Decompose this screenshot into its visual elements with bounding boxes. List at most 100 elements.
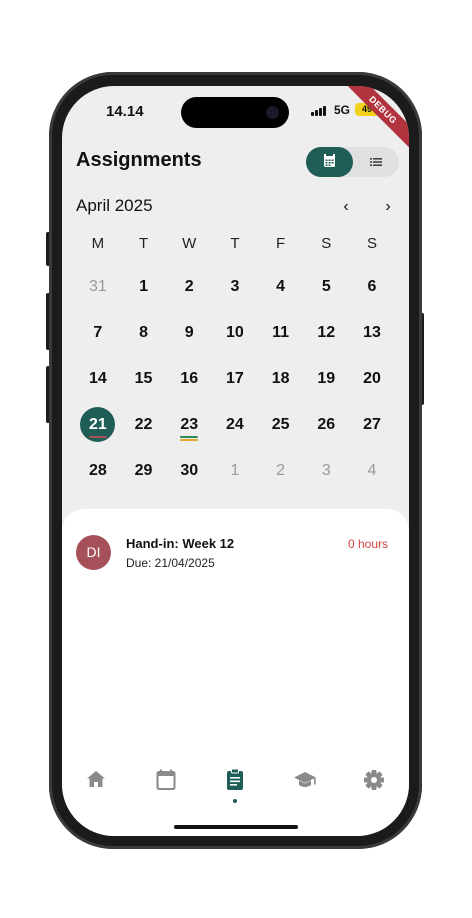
calendar-day-number: 12 <box>317 324 336 341</box>
page-title: Assignments <box>76 149 202 171</box>
calendar-day[interactable]: 23 <box>166 402 212 448</box>
calendar-day[interactable]: 25 <box>258 402 304 448</box>
camera-icon <box>266 106 279 119</box>
nav-calendar[interactable] <box>151 766 181 794</box>
calendar-day-number: 1 <box>230 462 240 479</box>
calendar-day-number: 16 <box>180 370 199 387</box>
calendar-day-number: 11 <box>272 324 290 341</box>
calendar-day[interactable]: 12 <box>303 310 349 356</box>
calendar-day[interactable]: 8 <box>121 310 167 356</box>
calendar-day[interactable]: 13 <box>349 310 395 356</box>
calendar-day[interactable]: 1 <box>121 264 167 310</box>
previous-month-button[interactable]: ‹ <box>334 196 358 220</box>
calendar-day[interactable]: 1 <box>212 448 258 494</box>
calendar-day[interactable]: 22 <box>121 402 167 448</box>
weekday-label: T <box>138 235 149 252</box>
calendar-day[interactable]: 26 <box>303 402 349 448</box>
weekday-label: W <box>182 235 197 252</box>
calendar-grid: 31 1 2 3 4 5 6 7 8 9 10 11 12 13 14 15 16 17 18 19 20 21 22 23 2… <box>75 264 395 494</box>
calendar-day[interactable]: 4 <box>258 264 304 310</box>
home-indicator[interactable] <box>174 825 298 829</box>
assignment-due-date: Due: 21/04/2025 <box>126 556 215 570</box>
network-label: 5G <box>334 103 351 117</box>
calendar-day-number: 20 <box>363 370 381 387</box>
calendar-day-number: 1 <box>139 278 148 295</box>
calendar-day[interactable]: 6 <box>349 264 395 310</box>
graduation-cap-icon <box>294 772 316 787</box>
calendar-day[interactable]: 14 <box>75 356 121 402</box>
calendar-day[interactable]: 20 <box>349 356 395 402</box>
calendar-day-number: 19 <box>317 370 336 387</box>
calendar-day-number: 3 <box>230 278 240 295</box>
calendar-day-number: 30 <box>180 462 199 479</box>
home-icon <box>87 771 105 787</box>
calendar-day[interactable]: 30 <box>166 448 212 494</box>
calendar-day[interactable]: 4 <box>349 448 395 494</box>
assignments-icon <box>227 768 243 790</box>
list-view-button[interactable] <box>353 147 399 177</box>
calendar-icon <box>156 769 176 790</box>
assignment-remaining-time: 0 hours <box>347 537 388 551</box>
calendar-day[interactable]: 19 <box>303 356 349 402</box>
weekday-header: MTWTFSS <box>75 235 395 255</box>
calendar-day[interactable]: 17 <box>212 356 258 402</box>
debug-banner: DEBUG <box>343 86 409 150</box>
assignment-marker <box>89 436 107 438</box>
calendar-day-number: 25 <box>271 416 290 433</box>
calendar-day[interactable]: 2 <box>258 448 304 494</box>
calendar-day-number: 9 <box>184 324 194 341</box>
app-screen: 14.14 5G 49 DEBUG Assignments April 2025… <box>62 86 409 836</box>
calendar-day[interactable]: 18 <box>258 356 304 402</box>
weekday-label: T <box>230 235 240 252</box>
calendar-day-selected[interactable]: 21 <box>75 402 121 448</box>
signal-icon <box>311 106 329 116</box>
nav-courses[interactable] <box>290 766 320 794</box>
calendar-day[interactable]: 29 <box>121 448 167 494</box>
calendar-day-number: 3 <box>321 462 331 479</box>
calendar-day-number: 29 <box>134 462 153 479</box>
calendar-day-number: 31 <box>88 278 107 295</box>
calendar-day-number: 24 <box>226 416 244 433</box>
nav-assignments[interactable] <box>220 766 250 794</box>
calendar-view-button[interactable] <box>306 147 353 177</box>
assignment-marker <box>180 436 199 438</box>
calendar-day[interactable]: 27 <box>349 402 395 448</box>
calendar-day-number: 23 <box>180 416 199 433</box>
calendar-day[interactable]: 3 <box>212 264 258 310</box>
weekday-label: M <box>91 235 105 252</box>
chevron-right-icon: › <box>385 198 391 215</box>
list-icon <box>370 158 382 166</box>
calendar-day[interactable]: 16 <box>166 356 212 402</box>
calendar-day[interactable]: 31 <box>75 264 121 310</box>
settings-icon <box>364 770 384 790</box>
assignment-card[interactable]: DI Hand-in: Week 12 Due: 21/04/2025 0 ho… <box>76 535 396 575</box>
calendar-day[interactable]: 11 <box>258 310 304 356</box>
nav-home[interactable] <box>81 766 111 794</box>
next-month-button[interactable]: › <box>376 196 400 220</box>
view-toggle[interactable] <box>306 147 399 177</box>
calendar-day[interactable]: 28 <box>75 448 121 494</box>
calendar-icon <box>324 154 335 167</box>
month-label: April 2025 <box>76 196 153 215</box>
calendar-day[interactable]: 2 <box>166 264 212 310</box>
calendar-day-number: 4 <box>367 462 377 479</box>
calendar-day-number: 10 <box>226 324 244 341</box>
calendar-day[interactable]: 9 <box>166 310 212 356</box>
calendar-day[interactable]: 15 <box>121 356 167 402</box>
calendar-day[interactable]: 24 <box>212 402 258 448</box>
calendar-day-number: 14 <box>88 370 107 387</box>
calendar-week-row: 28 29 30 1 2 3 4 <box>75 448 395 494</box>
calendar-day-number: 7 <box>93 324 103 341</box>
calendar-day-number: 26 <box>317 416 336 433</box>
calendar-day[interactable]: 5 <box>303 264 349 310</box>
calendar-day[interactable]: 10 <box>212 310 258 356</box>
calendar-day[interactable]: 3 <box>303 448 349 494</box>
assignment-title: Hand-in: Week 12 <box>126 536 235 551</box>
nav-settings[interactable] <box>359 766 389 794</box>
calendar-day-number: 21 <box>88 416 107 433</box>
calendar-day[interactable]: 7 <box>75 310 121 356</box>
calendar-day-number: 2 <box>184 278 194 295</box>
chevron-left-icon: ‹ <box>343 198 349 215</box>
calendar-day-number: 18 <box>271 370 290 387</box>
calendar-day-number: 5 <box>321 278 331 295</box>
